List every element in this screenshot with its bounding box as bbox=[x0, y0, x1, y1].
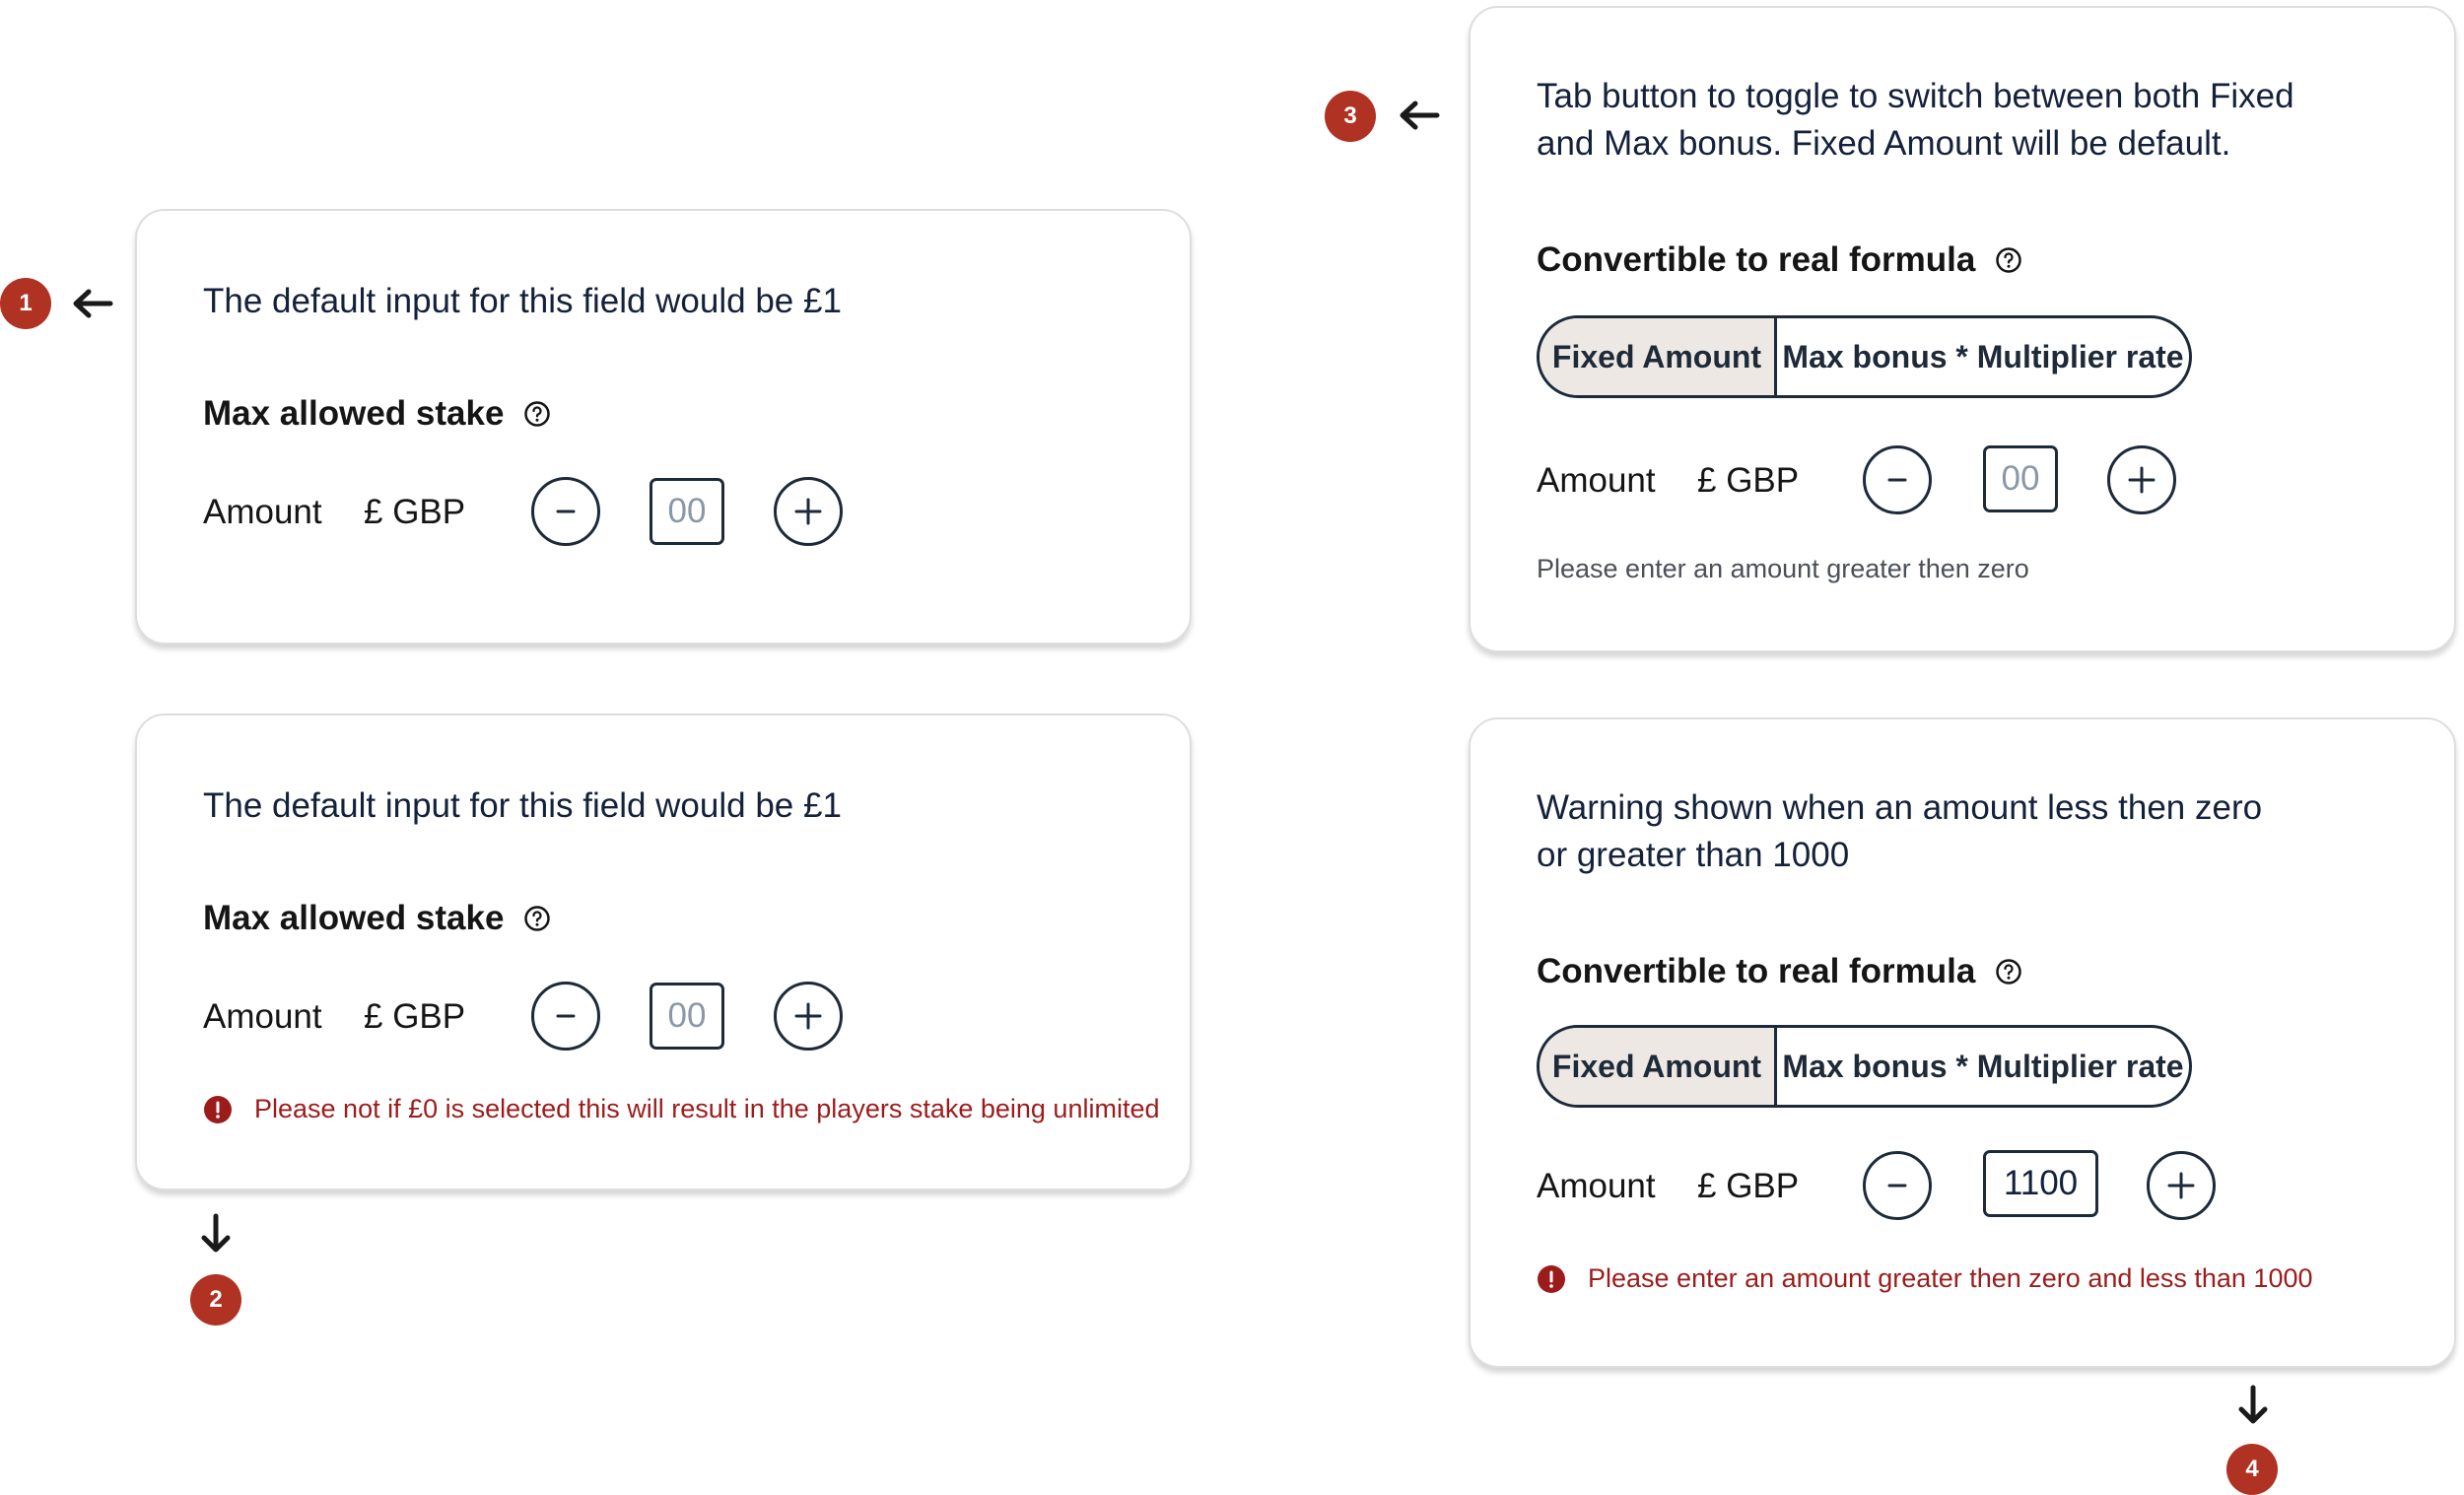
description-line-2: or greater than 1000 bbox=[1537, 836, 1850, 874]
amount-input[interactable]: 1100 bbox=[1983, 1150, 2098, 1217]
arrow-down-icon bbox=[2237, 1384, 2269, 1427]
minus-icon bbox=[556, 510, 576, 513]
helper-text: Please enter an amount greater then zero bbox=[1537, 554, 2029, 583]
annotation-badge-3: 3 bbox=[1325, 91, 1376, 142]
currency-label: £ GBP bbox=[364, 493, 466, 531]
card-convertible-toggle: Tab button to toggle to switch between b… bbox=[1469, 6, 2456, 652]
help-circle-icon[interactable] bbox=[1995, 958, 2022, 985]
help-circle-icon[interactable] bbox=[1995, 246, 2022, 274]
field-heading: Convertible to real formula bbox=[1537, 952, 2022, 991]
field-heading: Max allowed stake bbox=[203, 394, 551, 434]
card-convertible-warning: Warning shown when an amount less then z… bbox=[1469, 717, 2456, 1368]
tab-max-bonus-multiplier[interactable]: Max bonus * Multiplier rate bbox=[1777, 1028, 2189, 1105]
field-heading: Convertible to real formula bbox=[1537, 240, 2022, 280]
warning-text: Please not if £0 is selected this will r… bbox=[254, 1094, 1160, 1123]
decrement-button[interactable] bbox=[1863, 1151, 1932, 1220]
annotation-badge-4: 4 bbox=[2226, 1444, 2278, 1495]
increment-button[interactable] bbox=[774, 477, 843, 546]
arrow-left-icon bbox=[1398, 100, 1441, 131]
tab-fixed-amount[interactable]: Fixed Amount bbox=[1540, 1028, 1777, 1105]
decrement-button[interactable] bbox=[1863, 445, 1932, 514]
plus-icon bbox=[2167, 1172, 2195, 1199]
card-max-stake-warning: The default input for this field would b… bbox=[135, 714, 1192, 1190]
description-line-1: Warning shown when an amount less then z… bbox=[1537, 788, 2263, 827]
arrow-left-icon bbox=[71, 288, 114, 319]
minus-icon bbox=[1887, 1184, 1907, 1188]
card-description: Tab button to toggle to switch between b… bbox=[1537, 73, 2294, 168]
amount-input[interactable]: 00 bbox=[1983, 445, 2058, 512]
card-description: The default input for this field would b… bbox=[203, 282, 842, 320]
increment-button[interactable] bbox=[774, 982, 843, 1051]
alert-circle-icon bbox=[1538, 1264, 1565, 1293]
field-heading-label: Convertible to real formula bbox=[1537, 952, 1976, 990]
formula-tab-toggle: Fixed Amount Max bonus * Multiplier rate bbox=[1537, 1025, 2192, 1108]
amount-label: Amount bbox=[203, 997, 322, 1036]
plus-icon bbox=[2128, 466, 2156, 494]
tab-max-bonus-multiplier[interactable]: Max bonus * Multiplier rate bbox=[1777, 318, 2189, 395]
description-line-1: Tab button to toggle to switch between b… bbox=[1537, 77, 2294, 115]
alert-circle-icon bbox=[204, 1095, 232, 1123]
annotation-badge-1: 1 bbox=[0, 278, 51, 329]
help-circle-icon[interactable] bbox=[523, 400, 551, 428]
help-circle-icon[interactable] bbox=[523, 905, 551, 932]
warning-message: Please not if £0 is selected this will r… bbox=[203, 1094, 1159, 1124]
decrement-button[interactable] bbox=[531, 982, 600, 1051]
field-heading-label: Convertible to real formula bbox=[1537, 240, 1976, 279]
minus-icon bbox=[1887, 478, 1907, 482]
error-message: Please enter an amount greater then zero… bbox=[1537, 1263, 2313, 1294]
field-heading-label: Max allowed stake bbox=[203, 899, 505, 937]
amount-input[interactable]: 00 bbox=[650, 478, 724, 545]
arrow-down-icon bbox=[200, 1212, 232, 1256]
plus-icon bbox=[794, 1002, 822, 1030]
minus-icon bbox=[556, 1014, 576, 1018]
field-heading-label: Max allowed stake bbox=[203, 394, 505, 433]
card-description: The default input for this field would b… bbox=[203, 786, 842, 825]
annotation-badge-2: 2 bbox=[190, 1274, 241, 1325]
tab-fixed-amount[interactable]: Fixed Amount bbox=[1540, 318, 1777, 395]
card-max-stake-default: The default input for this field would b… bbox=[135, 209, 1192, 645]
amount-label: Amount bbox=[203, 493, 322, 531]
formula-tab-toggle: Fixed Amount Max bonus * Multiplier rate bbox=[1537, 315, 2192, 398]
plus-icon bbox=[794, 498, 822, 525]
error-text: Please enter an amount greater then zero… bbox=[1588, 1263, 2313, 1293]
amount-label: Amount bbox=[1537, 461, 1656, 500]
currency-label: £ GBP bbox=[1697, 1167, 1800, 1205]
description-line-2: and Max bonus. Fixed Amount will be defa… bbox=[1537, 124, 2231, 163]
increment-button[interactable] bbox=[2147, 1151, 2216, 1220]
increment-button[interactable] bbox=[2107, 445, 2176, 514]
amount-input[interactable]: 00 bbox=[650, 983, 724, 1050]
currency-label: £ GBP bbox=[1697, 461, 1800, 500]
field-heading: Max allowed stake bbox=[203, 899, 551, 938]
currency-label: £ GBP bbox=[364, 997, 466, 1036]
amount-label: Amount bbox=[1537, 1167, 1656, 1205]
decrement-button[interactable] bbox=[531, 477, 600, 546]
card-description: Warning shown when an amount less then z… bbox=[1537, 784, 2262, 879]
